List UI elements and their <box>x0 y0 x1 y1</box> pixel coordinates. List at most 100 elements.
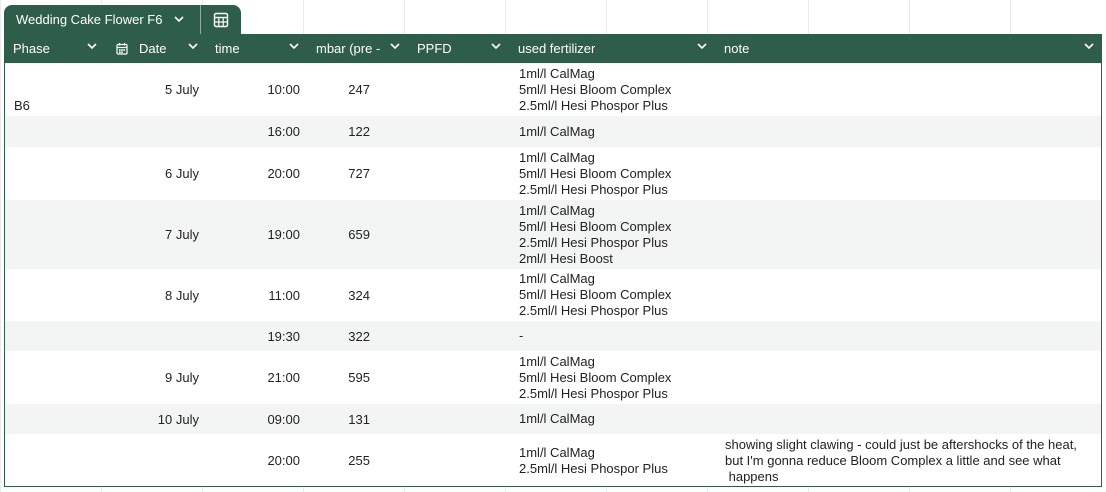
calendar-grid-icon <box>213 12 229 28</box>
cell-note[interactable] <box>716 269 1101 321</box>
cell-phase[interactable] <box>14 269 104 321</box>
cell-mbar[interactable]: 727 <box>308 147 370 200</box>
column-header-mbar[interactable]: mbar (pre - <box>307 34 408 63</box>
table-row[interactable]: 19:30 322 - <box>5 321 1101 351</box>
cell-phase[interactable] <box>14 147 104 200</box>
cell-note[interactable] <box>716 351 1101 404</box>
cell-used-fertilizer[interactable]: 1ml/l CalMag 5ml/l Hesi Bloom Complex 2.… <box>519 200 715 269</box>
cell-note[interactable] <box>716 147 1101 200</box>
cell-used-fertilizer[interactable]: 1ml/l CalMag 5ml/l Hesi Bloom Complex 2.… <box>519 351 715 404</box>
table-row[interactable]: 7 July 19:00 659 1ml/l CalMag 5ml/l Hesi… <box>5 200 1101 269</box>
cell-date[interactable]: 7 July <box>106 200 199 269</box>
column-header-label: time <box>215 41 240 56</box>
fertilizer-line: 2.5ml/l Hesi Phospor Plus <box>519 385 668 401</box>
table-name-dropdown[interactable]: Wedding Cake Flower F6 <box>4 5 200 34</box>
cell-ppfd[interactable] <box>409 434 510 486</box>
cell-time[interactable]: 16:00 <box>207 116 300 147</box>
cell-mbar[interactable]: 324 <box>308 269 370 321</box>
cell-date[interactable] <box>106 434 199 486</box>
table-row[interactable]: 20:00 255 1ml/l CalMag 2.5ml/l Hesi Phos… <box>5 434 1101 486</box>
note-line: but I'm gonna reduce Bloom Complex a lit… <box>725 452 1061 468</box>
table-view-button[interactable] <box>201 5 241 34</box>
cell-ppfd[interactable] <box>409 351 510 404</box>
cell-mbar[interactable]: 595 <box>308 351 370 404</box>
cell-note[interactable] <box>716 116 1101 147</box>
cell-mbar[interactable]: 122 <box>308 116 370 147</box>
cell-date[interactable] <box>106 116 199 147</box>
cell-mbar[interactable]: 247 <box>308 63 370 116</box>
cell-note[interactable] <box>716 63 1101 116</box>
fertilizer-line: 2ml/l Hesi Boost <box>519 250 613 266</box>
cell-note[interactable] <box>716 404 1101 434</box>
cell-used-fertilizer[interactable]: 1ml/l CalMag 5ml/l Hesi Bloom Complex 2.… <box>519 269 715 321</box>
cell-mbar[interactable]: 131 <box>308 404 370 434</box>
cell-date[interactable]: 9 July <box>106 351 199 404</box>
column-header-used-fertilizer[interactable]: used fertilizer <box>509 34 715 63</box>
column-header-note[interactable]: note <box>715 34 1102 63</box>
cell-time[interactable]: 10:00 <box>207 63 300 116</box>
fertilizer-line: 5ml/l Hesi Bloom Complex <box>519 369 672 385</box>
cell-mbar[interactable]: 659 <box>308 200 370 269</box>
column-header-label: Phase <box>13 41 50 56</box>
column-header-time[interactable]: time <box>206 34 307 63</box>
chevron-down-icon <box>1084 43 1094 50</box>
cell-phase[interactable] <box>14 116 104 147</box>
column-header-ppfd[interactable]: PPFD <box>408 34 509 63</box>
cell-note[interactable] <box>716 321 1101 351</box>
fertilizer-line: 2.5ml/l Hesi Phospor Plus <box>519 460 668 476</box>
chevron-down-icon <box>390 43 400 50</box>
cell-ppfd[interactable] <box>409 116 510 147</box>
cell-ppfd[interactable] <box>409 63 510 116</box>
fertilizer-line: 2.5ml/l Hesi Phospor Plus <box>519 97 668 113</box>
cell-used-fertilizer[interactable]: 1ml/l CalMag 5ml/l Hesi Bloom Complex 2.… <box>519 147 715 200</box>
column-header-date[interactable]: Date <box>105 34 206 63</box>
table-row[interactable]: 9 July 21:00 595 1ml/l CalMag 5ml/l Hesi… <box>5 351 1101 404</box>
cell-used-fertilizer[interactable]: 1ml/l CalMag 5ml/l Hesi Bloom Complex 2.… <box>519 63 715 116</box>
cell-mbar[interactable]: 255 <box>308 434 370 486</box>
cell-date[interactable] <box>106 321 199 351</box>
cell-ppfd[interactable] <box>409 404 510 434</box>
cell-used-fertilizer[interactable]: 1ml/l CalMag <box>519 116 715 147</box>
cell-time[interactable]: 20:00 <box>207 434 300 486</box>
cell-used-fertilizer[interactable]: 1ml/l CalMag <box>519 404 715 434</box>
cell-phase[interactable] <box>14 434 104 486</box>
cell-phase[interactable]: B6 <box>14 63 104 116</box>
calendar-icon <box>116 42 128 55</box>
table-header-row: Phase Date time mbar (pre - PPFD used fe… <box>4 34 1102 63</box>
column-header-label: note <box>724 41 750 56</box>
column-header-phase[interactable]: Phase <box>4 34 105 63</box>
fertilizer-line: 2.5ml/l Hesi Phospor Plus <box>519 234 668 250</box>
cell-time[interactable]: 21:00 <box>207 351 300 404</box>
cell-time[interactable]: 19:30 <box>207 321 300 351</box>
cell-phase[interactable] <box>14 404 104 434</box>
cell-mbar[interactable]: 322 <box>308 321 370 351</box>
cell-note[interactable] <box>716 200 1101 269</box>
cell-time[interactable]: 11:00 <box>207 269 300 321</box>
cell-date[interactable]: 5 July <box>106 63 199 116</box>
table-row[interactable]: 16:00 122 1ml/l CalMag <box>5 116 1101 147</box>
cell-ppfd[interactable] <box>409 147 510 200</box>
cell-ppfd[interactable] <box>409 269 510 321</box>
table-row[interactable]: 6 July 20:00 727 1ml/l CalMag 5ml/l Hesi… <box>5 147 1101 200</box>
cell-date[interactable]: 6 July <box>106 147 199 200</box>
cell-phase[interactable] <box>14 351 104 404</box>
cell-time[interactable]: 19:00 <box>207 200 300 269</box>
cell-ppfd[interactable] <box>409 200 510 269</box>
table-row[interactable]: B6 5 July 10:00 247 1ml/l CalMag 5ml/l H… <box>5 63 1101 116</box>
cell-time[interactable]: 20:00 <box>207 147 300 200</box>
cell-phase[interactable] <box>14 321 104 351</box>
cell-date[interactable]: 8 July <box>106 269 199 321</box>
cell-used-fertilizer[interactable]: 1ml/l CalMag 2.5ml/l Hesi Phospor Plus <box>519 434 715 486</box>
column-header-label: Date <box>139 41 167 56</box>
cell-time[interactable]: 09:00 <box>207 404 300 434</box>
fertilizer-line: 5ml/l Hesi Bloom Complex <box>519 81 672 97</box>
table-row[interactable]: 10 July 09:00 131 1ml/l CalMag <box>5 404 1101 434</box>
note-line: happens <box>725 468 779 484</box>
cell-phase[interactable] <box>14 200 104 269</box>
table-row[interactable]: 8 July 11:00 324 1ml/l CalMag 5ml/l Hesi… <box>5 269 1101 321</box>
cell-note[interactable]: showing slight clawing - could just be a… <box>725 434 1099 486</box>
cell-date[interactable]: 10 July <box>106 404 199 434</box>
cell-ppfd[interactable] <box>409 321 510 351</box>
chevron-down-icon <box>697 43 707 50</box>
cell-used-fertilizer[interactable]: - <box>519 321 715 351</box>
